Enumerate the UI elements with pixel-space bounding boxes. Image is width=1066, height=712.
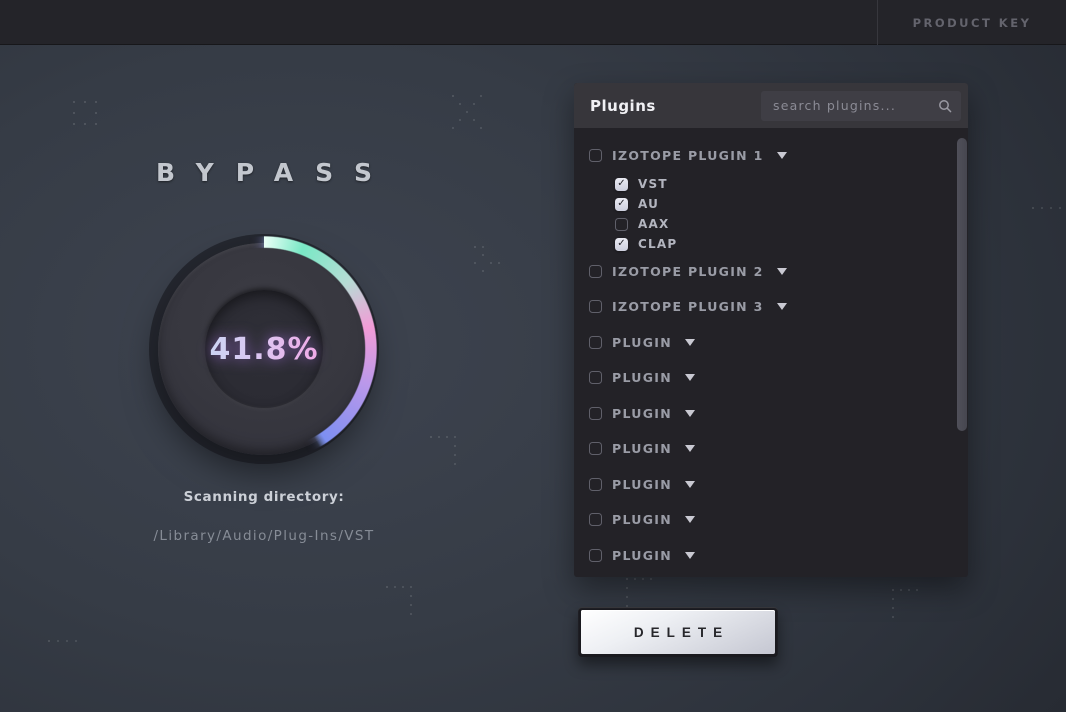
deco-dots bbox=[1032, 207, 1034, 209]
plugins-panel-title: Plugins bbox=[590, 97, 656, 115]
delete-button-label: DELETE bbox=[627, 625, 729, 640]
plugin-checkbox[interactable] bbox=[615, 178, 628, 191]
chevron-down-icon[interactable] bbox=[777, 303, 787, 310]
plugin-format-sublist: VST AU AAX CLAP bbox=[615, 174, 968, 254]
app-background: PRODUCT KEY BYPASS 41.8% Scanning direct… bbox=[0, 0, 1066, 712]
deco-dots bbox=[48, 640, 50, 642]
plugin-label: PLUGIN bbox=[612, 335, 672, 350]
scanning-label: Scanning directory: bbox=[0, 489, 528, 505]
chevron-down-icon[interactable] bbox=[777, 268, 787, 275]
plugin-checkbox[interactable] bbox=[589, 549, 602, 562]
chevron-down-icon[interactable] bbox=[685, 481, 695, 488]
deco-dots bbox=[474, 246, 476, 248]
plugin-search bbox=[761, 91, 961, 121]
plugin-list: IZOTOPE PLUGIN 1 VST AU AAX CLAP IZOTOPE PLUG… bbox=[574, 128, 968, 577]
progress-percent: 41.8% bbox=[209, 332, 318, 367]
deco-dots bbox=[430, 436, 432, 438]
deco-dots bbox=[73, 101, 75, 103]
plugin-format-row: AU bbox=[615, 194, 968, 214]
plugin-label: PLUGIN bbox=[612, 512, 672, 527]
plugin-checkbox[interactable] bbox=[589, 371, 602, 384]
chevron-down-icon[interactable] bbox=[685, 516, 695, 523]
plugin-label: VST bbox=[638, 177, 668, 191]
product-key-button[interactable]: PRODUCT KEY bbox=[877, 0, 1066, 45]
plugin-label: CLAP bbox=[638, 237, 677, 251]
plugin-label: PLUGIN bbox=[612, 548, 672, 563]
plugin-checkbox[interactable] bbox=[589, 300, 602, 313]
search-input[interactable] bbox=[761, 91, 961, 121]
plugins-panel-header: Plugins bbox=[574, 83, 968, 128]
plugin-row: PLUGIN bbox=[589, 368, 968, 388]
plugin-checkbox[interactable] bbox=[589, 336, 602, 349]
chevron-down-icon[interactable] bbox=[685, 374, 695, 381]
plugin-label: IZOTOPE PLUGIN 3 bbox=[612, 299, 764, 314]
plugin-checkbox[interactable] bbox=[589, 265, 602, 278]
deco-dots bbox=[626, 578, 628, 580]
plugin-checkbox[interactable] bbox=[589, 149, 602, 162]
plugin-label: IZOTOPE PLUGIN 1 bbox=[612, 148, 764, 163]
product-key-label: PRODUCT KEY bbox=[913, 16, 1032, 30]
delete-button-face: DELETE bbox=[581, 610, 775, 654]
plugin-checkbox[interactable] bbox=[589, 442, 602, 455]
plugin-format-row: VST bbox=[615, 174, 968, 194]
scanning-path: /Library/Audio/Plug-Ins/VST bbox=[0, 528, 528, 544]
progress-dial-center: 41.8% bbox=[205, 290, 323, 408]
plugin-row: PLUGIN bbox=[589, 545, 968, 565]
plugin-row: PLUGIN bbox=[589, 332, 968, 352]
plugin-row: IZOTOPE PLUGIN 1 bbox=[589, 145, 968, 165]
plugin-row: IZOTOPE PLUGIN 3 bbox=[589, 297, 968, 317]
plugin-row: PLUGIN bbox=[589, 510, 968, 530]
scrollbar-thumb[interactable] bbox=[957, 138, 967, 431]
plugin-row: IZOTOPE PLUGIN 2 bbox=[589, 261, 968, 281]
plugin-label: AAX bbox=[638, 217, 669, 231]
plugin-format-row: CLAP bbox=[615, 234, 968, 254]
plugin-row: PLUGIN bbox=[589, 403, 968, 423]
plugin-checkbox[interactable] bbox=[589, 407, 602, 420]
plugin-checkbox[interactable] bbox=[615, 238, 628, 251]
chevron-down-icon[interactable] bbox=[777, 152, 787, 159]
plugin-row: PLUGIN bbox=[589, 439, 968, 459]
chevron-down-icon[interactable] bbox=[685, 410, 695, 417]
app-title: BYPASS bbox=[0, 158, 528, 187]
plugin-checkbox[interactable] bbox=[589, 513, 602, 526]
plugin-label: AU bbox=[638, 197, 659, 211]
deco-dots bbox=[386, 586, 388, 588]
deco-dots bbox=[452, 95, 454, 97]
plugin-label: PLUGIN bbox=[612, 477, 672, 492]
delete-button[interactable]: DELETE bbox=[578, 607, 778, 657]
plugin-checkbox[interactable] bbox=[615, 218, 628, 231]
chevron-down-icon[interactable] bbox=[685, 445, 695, 452]
plugin-format-row: AAX bbox=[615, 214, 968, 234]
plugin-label: PLUGIN bbox=[612, 406, 672, 421]
plugin-checkbox[interactable] bbox=[589, 478, 602, 491]
chevron-down-icon[interactable] bbox=[685, 339, 695, 346]
plugin-label: PLUGIN bbox=[612, 441, 672, 456]
chevron-down-icon[interactable] bbox=[685, 552, 695, 559]
plugins-panel: Plugins IZOTOPE PLUGIN 1VSTAUAAXCLAPIZOT… bbox=[574, 83, 968, 577]
deco-dots bbox=[892, 589, 894, 591]
plugin-row: PLUGIN bbox=[589, 474, 968, 494]
top-bar: PRODUCT KEY bbox=[0, 0, 1066, 45]
plugin-label: PLUGIN bbox=[612, 370, 672, 385]
progress-dial: 41.8% bbox=[158, 243, 370, 455]
plugin-label: IZOTOPE PLUGIN 2 bbox=[612, 264, 764, 279]
plugin-checkbox[interactable] bbox=[615, 198, 628, 211]
